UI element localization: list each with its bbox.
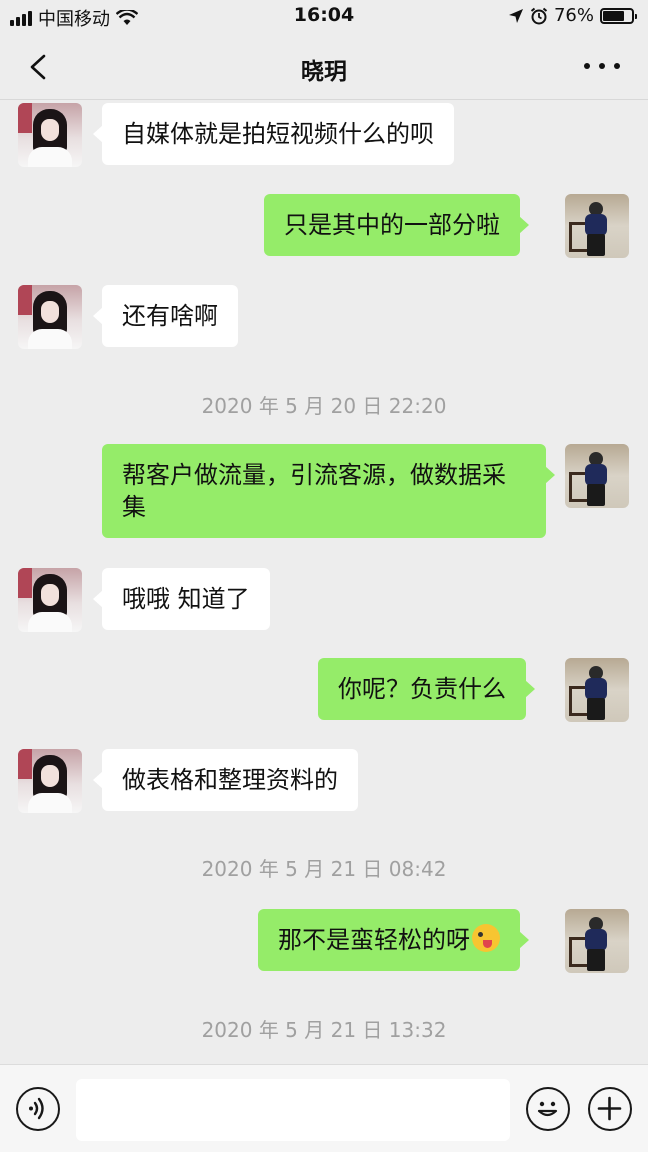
contact-avatar[interactable] — [18, 568, 82, 632]
chat-area[interactable]: 自媒体就是拍短视频什么的呗 只是其中的一部分啦 还有啥啊 2020 年 5 月 … — [0, 101, 648, 1064]
message-bubble-incoming[interactable]: 还有啥啊 — [93, 285, 238, 347]
winking-tongue-emoji-icon — [472, 924, 500, 952]
voice-icon[interactable] — [16, 1087, 60, 1131]
my-avatar[interactable] — [565, 658, 629, 722]
status-bar: 中国移动 16:04 76% — [0, 0, 648, 34]
chat-title: 晓玥 — [301, 59, 347, 85]
message-text: 那不是蛮轻松的呀 — [278, 926, 470, 954]
location-icon — [508, 8, 523, 23]
message-bubble-outgoing[interactable]: 你呢？负责什么 — [318, 658, 535, 720]
contact-avatar[interactable] — [18, 749, 82, 813]
message-input[interactable] — [76, 1079, 510, 1141]
message-bubble-outgoing[interactable]: 帮客户做流量，引流客源，做数据采集 — [102, 444, 555, 538]
alarm-icon — [530, 7, 548, 24]
my-avatar[interactable] — [565, 444, 629, 508]
voice-glyph — [29, 1097, 44, 1120]
status-right: 76% — [508, 5, 637, 26]
battery-percent: 76% — [553, 5, 594, 26]
message-bubble-incoming[interactable]: 做表格和整理资料的 — [93, 749, 358, 811]
input-bar — [0, 1064, 648, 1152]
emoji-icon[interactable] — [526, 1087, 570, 1131]
contact-avatar[interactable] — [18, 285, 82, 349]
smiley-glyph — [537, 1101, 558, 1117]
message-bubble-incoming[interactable]: 自媒体就是拍短视频什么的呗 — [93, 103, 454, 165]
my-avatar[interactable] — [565, 909, 629, 973]
contact-avatar[interactable] — [18, 103, 82, 167]
more-icon[interactable] — [584, 54, 620, 78]
plus-icon[interactable] — [588, 1087, 632, 1131]
timestamp: 2020 年 5 月 21 日 08:42 — [201, 857, 447, 881]
plus-glyph — [597, 1096, 622, 1121]
timestamp: 2020 年 5 月 20 日 22:20 — [201, 394, 447, 418]
message-bubble-outgoing[interactable]: 那不是蛮轻松的呀 — [258, 909, 529, 971]
battery-fill — [603, 10, 625, 21]
chat-header: 晓玥 — [0, 34, 648, 100]
message-bubble-incoming[interactable]: 哦哦 知道了 — [93, 568, 270, 630]
battery-icon — [600, 7, 637, 24]
message-bubble-outgoing[interactable]: 只是其中的一部分啦 — [264, 194, 529, 256]
my-avatar[interactable] — [565, 194, 629, 258]
timestamp: 2020 年 5 月 21 日 13:32 — [201, 1018, 447, 1042]
